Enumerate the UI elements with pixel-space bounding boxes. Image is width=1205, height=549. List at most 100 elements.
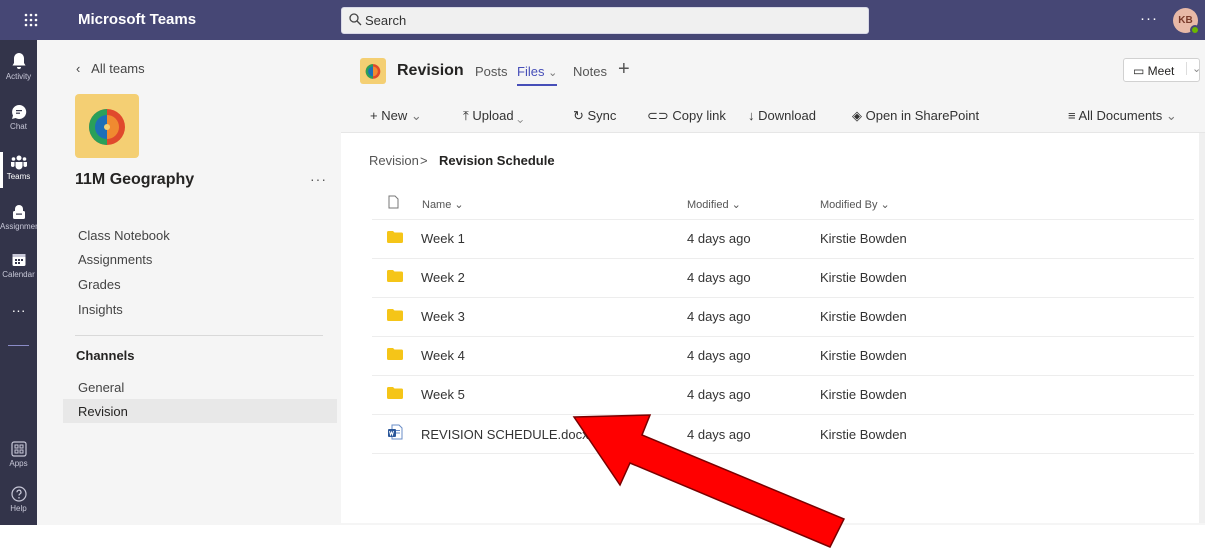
copy-link-button[interactable]: ⊂⊃ Copy link: [647, 108, 726, 124]
file-modified-by: Kirstie Bowden: [820, 348, 907, 363]
new-label: New: [381, 108, 408, 123]
meet-button[interactable]: ▭ Meet ⌄: [1123, 58, 1201, 82]
chevron-down-icon: ⌄: [1162, 108, 1177, 123]
back-to-all-teams[interactable]: ‹ All teams: [76, 61, 145, 76]
more-icon: ···: [11, 302, 26, 318]
rail-item-chat[interactable]: Chat: [0, 98, 37, 142]
breadcrumb-root[interactable]: Revision: [369, 153, 419, 168]
file-modified-by: Kirstie Bowden: [820, 231, 907, 246]
file-modified: 4 days ago: [687, 348, 751, 363]
column-header-modified[interactable]: Modified ⌄: [687, 198, 741, 211]
column-header-modified-by[interactable]: Modified By ⌄: [820, 198, 890, 211]
assignments-icon: [12, 205, 25, 219]
word-document-icon: [388, 424, 403, 440]
rail-item-activity[interactable]: Activity: [0, 46, 37, 90]
rail-label: Chat: [10, 122, 27, 131]
copy-link-label: Copy link: [672, 108, 726, 123]
rail-item-calendar[interactable]: Calendar: [0, 246, 37, 290]
nav-class-notebook[interactable]: Class Notebook: [78, 228, 170, 243]
folder-icon: [387, 348, 403, 360]
rail-label: Activity: [5, 72, 32, 81]
link-icon: ⊂⊃: [647, 108, 673, 123]
geography-logo-icon: [89, 109, 125, 145]
rail-item-more[interactable]: ···: [0, 302, 37, 346]
file-modified: 4 days ago: [687, 231, 751, 246]
nav-grades[interactable]: Grades: [78, 277, 121, 292]
new-button[interactable]: + New ⌄: [370, 108, 422, 124]
file-name[interactable]: Week 4: [421, 348, 465, 363]
column-header-name[interactable]: Name ⌄: [422, 198, 464, 211]
rail-item-teams[interactable]: Teams: [0, 148, 37, 192]
file-name[interactable]: Week 2: [421, 270, 465, 285]
file-name[interactable]: Week 3: [421, 309, 465, 324]
breadcrumb-separator: >: [420, 153, 428, 168]
download-button[interactable]: ↓ Download: [748, 108, 816, 123]
rail-item-apps[interactable]: Apps: [0, 435, 37, 479]
file-name[interactable]: Week 5: [421, 387, 465, 402]
upload-button[interactable]: ⤒ Upload ⌄: [463, 108, 523, 124]
chevron-down-icon: ⌄: [880, 199, 890, 211]
file-modified-by: Kirstie Bowden: [820, 270, 907, 285]
tab-files[interactable]: Files ⌄: [517, 64, 557, 79]
upload-label: Upload: [472, 108, 514, 123]
folder-icon: [387, 231, 403, 243]
rail-label: Calendar: [2, 270, 35, 279]
rail-item-help[interactable]: Help: [0, 480, 37, 524]
open-sharepoint-label: Open in SharePoint: [865, 108, 980, 123]
red-arrow-annotation-icon: [572, 414, 846, 548]
sync-button[interactable]: ↻ Sync: [573, 108, 616, 124]
nav-insights[interactable]: Insights: [78, 302, 123, 317]
back-label: All teams: [91, 61, 145, 76]
channel-revision[interactable]: Revision: [78, 404, 128, 419]
panel-divider: [75, 335, 323, 336]
tab-files-label: Files: [517, 64, 545, 79]
avatar[interactable]: KB: [1173, 8, 1200, 35]
tab-posts[interactable]: Posts: [475, 64, 508, 79]
tab-notes[interactable]: Notes: [573, 64, 607, 79]
channel-title: Revision: [397, 62, 464, 79]
active-tab-underline: [517, 84, 557, 86]
file-modified: 4 days ago: [687, 309, 751, 324]
file-name[interactable]: Week 1: [421, 231, 465, 246]
chevron-down-icon: ⌄: [731, 199, 741, 211]
column-modified-by-label: Modified By: [820, 199, 878, 211]
file-modified-by: Kirstie Bowden: [820, 309, 907, 324]
video-camera-icon: ▭: [1133, 64, 1148, 78]
vertical-scrollbar[interactable]: [1199, 133, 1205, 523]
search-box[interactable]: Search: [341, 7, 869, 34]
open-in-sharepoint-button[interactable]: ◈ Open in SharePoint: [852, 108, 979, 124]
app-launcher-icon[interactable]: [0, 0, 62, 40]
meet-label: Meet: [1147, 64, 1175, 78]
help-icon: [10, 486, 27, 502]
chevron-down-icon: ⌄: [548, 67, 558, 79]
view-list-icon: ≡: [1068, 108, 1079, 123]
upload-icon: ⤒: [463, 108, 473, 123]
file-modified-by: Kirstie Bowden: [820, 387, 907, 402]
top-bar: Microsoft Teams Search ··· KB: [0, 0, 1205, 40]
folder-icon: [387, 387, 403, 399]
folder-icon: [387, 270, 403, 282]
row-divider: [372, 258, 1194, 259]
meet-chevron-icon[interactable]: ⌄: [1186, 62, 1201, 75]
rail-item-assignments[interactable]: Assignments: [0, 198, 37, 242]
team-avatar: [75, 94, 139, 158]
sync-icon: ↻: [573, 108, 588, 123]
rail-label: Apps: [9, 459, 28, 468]
teams-icon: [10, 155, 27, 170]
bell-icon: [12, 53, 25, 69]
chevron-down-icon: ⌄: [407, 108, 422, 123]
view-selector[interactable]: ≡ All Documents ⌄: [1068, 108, 1177, 124]
settings-more-button[interactable]: ···: [1140, 10, 1158, 27]
channel-general[interactable]: General: [78, 380, 124, 395]
breadcrumb-current: Revision Schedule: [439, 153, 555, 168]
avatar-initials: KB: [1178, 15, 1193, 26]
team-more-options-button[interactable]: ···: [310, 172, 327, 186]
sharepoint-icon: ◈: [852, 108, 866, 123]
add-tab-button[interactable]: +: [618, 58, 630, 81]
nav-assignments[interactable]: Assignments: [78, 252, 152, 267]
chevron-left-icon: ‹: [76, 61, 92, 76]
folder-icon: [387, 309, 403, 321]
rail-label: Assignments: [0, 222, 37, 231]
file-modified: 4 days ago: [687, 387, 751, 402]
row-divider: [372, 336, 1194, 337]
